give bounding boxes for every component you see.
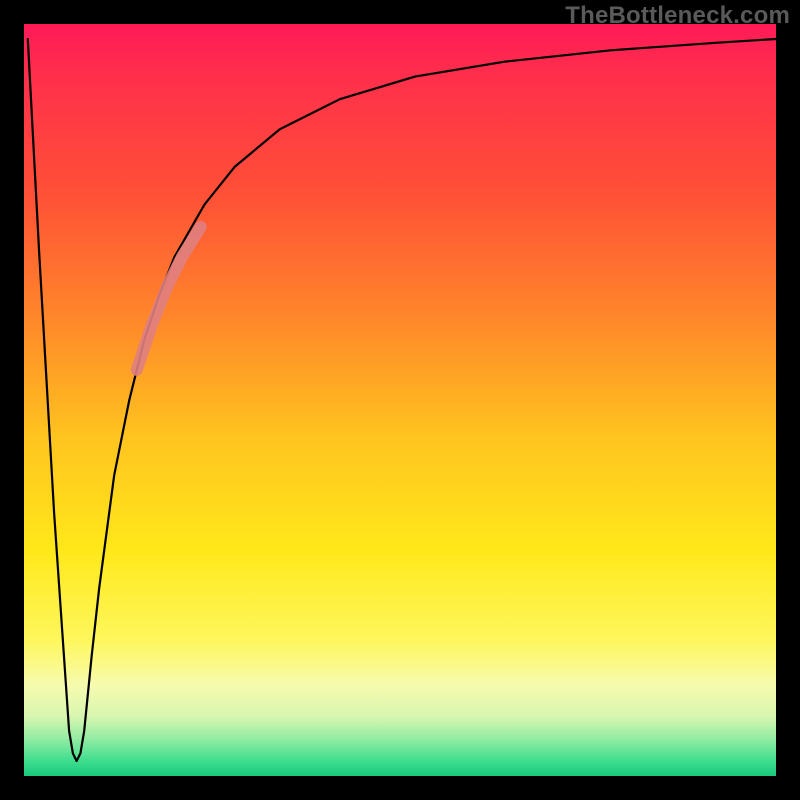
plot-area: [24, 24, 776, 776]
chart-frame: TheBottleneck.com: [0, 0, 800, 800]
bottleneck-curve: [28, 39, 776, 761]
watermark-text: TheBottleneck.com: [565, 2, 790, 30]
curve-layer: [24, 24, 776, 776]
highlight-segment: [137, 227, 201, 370]
